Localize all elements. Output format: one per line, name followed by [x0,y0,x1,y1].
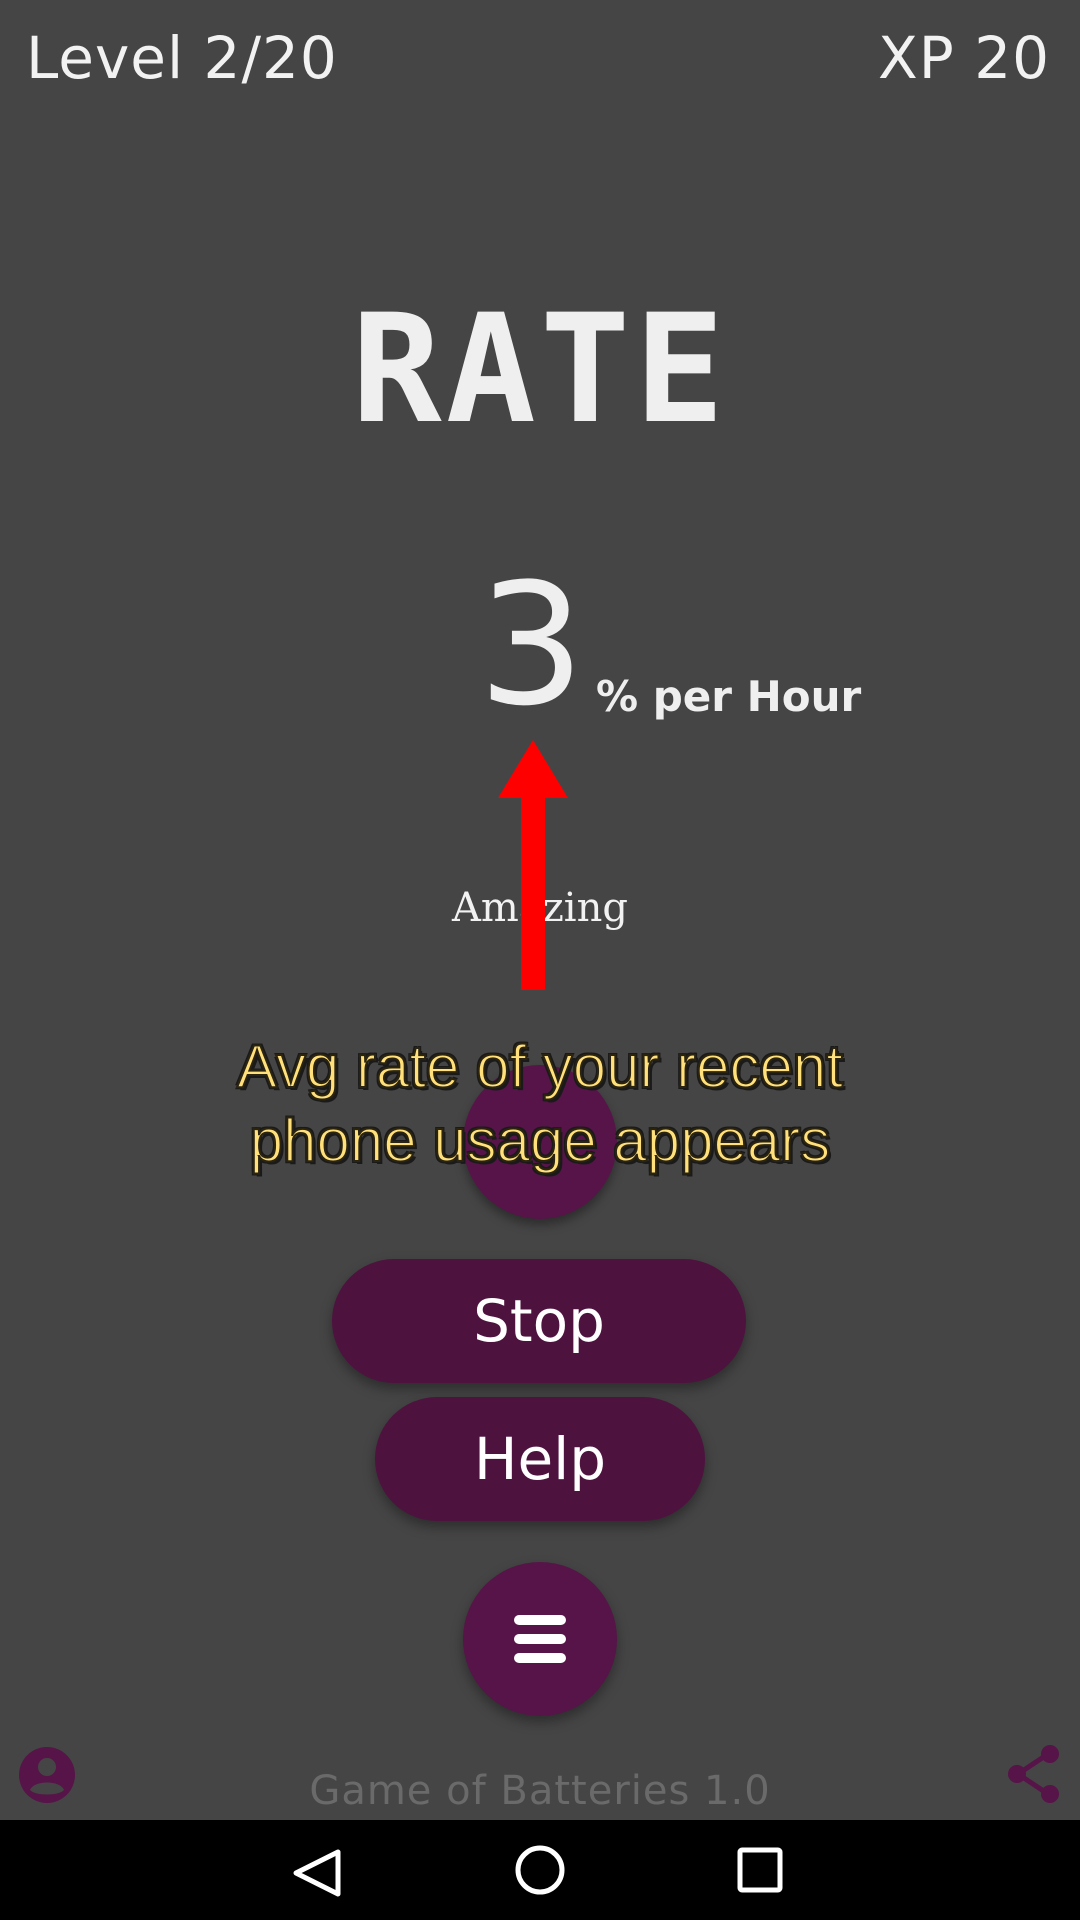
recent-square-icon[interactable] [736,1846,784,1894]
red-up-arrow-icon [498,740,568,990]
rate-unit: % per Hour [596,672,862,721]
back-triangle-icon[interactable] [290,1848,346,1898]
hamburger-menu-icon [514,1615,566,1663]
page-title: RATE [351,283,729,457]
annotation-line-2: phone usage appears [249,1106,832,1175]
home-circle-icon[interactable] [514,1844,566,1896]
share-icon[interactable] [1006,1744,1062,1804]
xp-label: XP 20 [878,24,1050,92]
help-button[interactable]: Help [375,1397,705,1521]
app-version-label: Game of Batteries 1.0 [309,1768,771,1814]
rate-value: 3 [478,547,585,743]
stop-button[interactable]: Stop [332,1259,746,1383]
level-label: Level 2/20 [26,24,338,92]
annotation-line-1: Avg rate of your recent [236,1032,844,1101]
menu-button[interactable] [463,1562,617,1716]
tutorial-annotation: Avg rate of your recent phone usage appe… [0,1030,1080,1178]
